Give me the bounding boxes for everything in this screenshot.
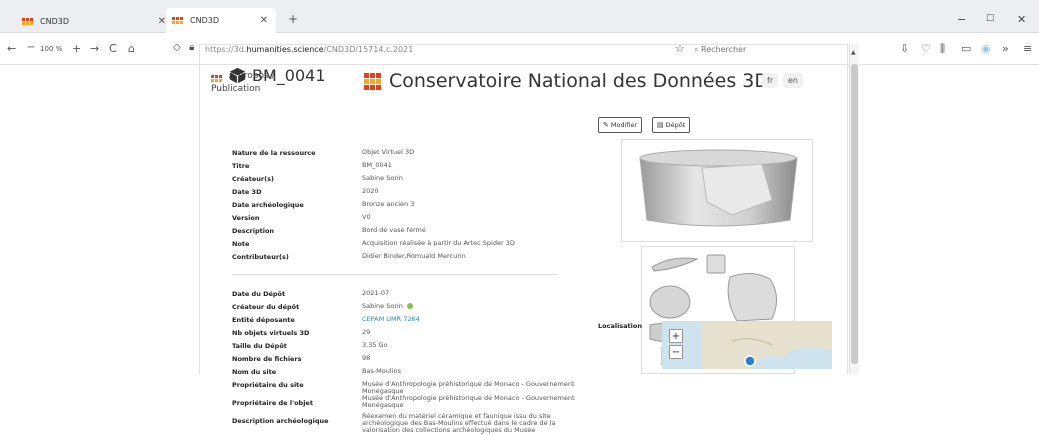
archive-icon: ▤ [657, 121, 664, 129]
zoom-in-icon[interactable]: + [72, 42, 81, 55]
close-tab-icon[interactable]: ✕ [260, 15, 268, 26]
modifier-button[interactable]: ✎ Modifier [598, 117, 643, 133]
overflow-icon[interactable]: » [1002, 42, 1009, 55]
zoom-out-icon[interactable]: − [27, 42, 35, 53]
pocket-icon[interactable]: ♡ [921, 42, 931, 55]
shield-icon[interactable]: ◇ [173, 42, 181, 53]
maximize-icon[interactable]: ☐ [986, 14, 994, 24]
extension-icon[interactable]: ◉ [981, 42, 991, 55]
site-favicon [172, 17, 183, 24]
map-zoom-in-button[interactable]: + [669, 329, 683, 343]
map-zoom-out-button[interactable]: − [669, 345, 683, 359]
object-3d-preview[interactable] [621, 139, 813, 242]
divider [232, 274, 558, 275]
browser-tab-active[interactable]: CND3D ✕ [166, 8, 276, 33]
browser-tab[interactable]: CND3D ✕ [22, 9, 174, 33]
zoom-level[interactable]: 100 % [40, 45, 62, 53]
close-tab-icon[interactable]: ✕ [158, 16, 166, 27]
sidebar-icon[interactable]: ▭ [961, 42, 971, 55]
browser-tab-bar: CND3D ✕ CND3D ✕ + − ☐ ✕ [0, 0, 1039, 33]
home-icon[interactable]: ⌂ [128, 42, 135, 55]
back-icon[interactable]: ← [7, 42, 16, 55]
new-tab-icon[interactable]: + [288, 12, 298, 26]
tab-label: CND3D [40, 16, 69, 26]
object-title: BM_0041 [229, 66, 326, 85]
map-tiles [702, 321, 832, 369]
scrollbar[interactable]: ▲ [849, 44, 859, 374]
localisation-label: Localisation [598, 322, 642, 330]
reload-icon[interactable]: C [109, 42, 117, 55]
edit-icon: ✎ [603, 121, 609, 129]
depot-button[interactable]: ▤ Dépôt [652, 117, 691, 133]
entity-link[interactable]: CEPAM UMR 7264 [362, 316, 582, 323]
scrollbar-thumb[interactable] [851, 64, 858, 364]
menu-icon[interactable]: ≡ [1023, 42, 1032, 55]
close-window-icon[interactable]: ✕ [1017, 13, 1026, 26]
download-icon[interactable]: ⇩ [900, 42, 909, 55]
cube-icon [229, 67, 246, 84]
library-icon[interactable]: ⫼ [940, 42, 945, 56]
vessel-render [639, 149, 798, 227]
scroll-up-icon[interactable]: ▲ [851, 49, 856, 56]
lock-icon[interactable]: 🔒︎ [189, 42, 194, 53]
location-map[interactable]: + − [662, 321, 832, 369]
minimize-icon[interactable]: − [957, 13, 966, 26]
forward-icon[interactable]: → [90, 42, 99, 55]
online-status-icon [406, 303, 413, 309]
tab-label: CND3D [190, 16, 219, 25]
site-favicon [22, 17, 33, 25]
